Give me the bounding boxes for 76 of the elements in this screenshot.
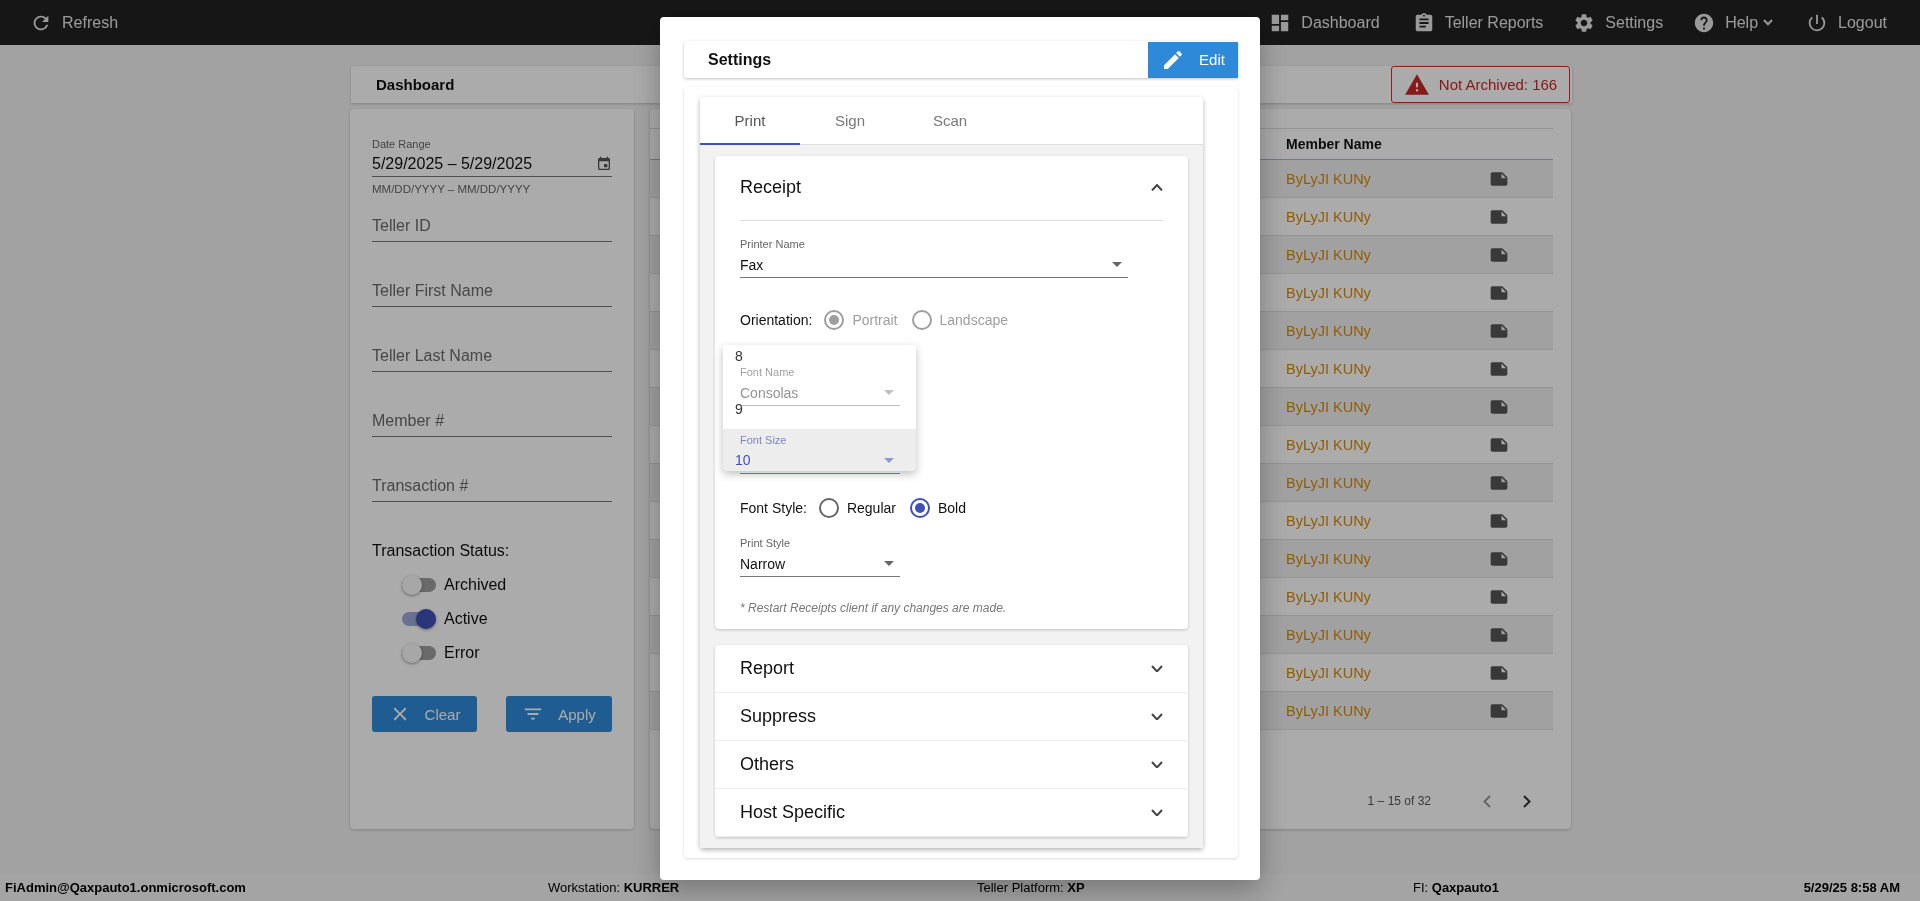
member-name-link[interactable]: ByLyJI KUNy [1286, 512, 1489, 529]
toggle-label: Active [444, 610, 488, 628]
status-item: FiAdmin@Qaxpauto1.onmicrosoft.com [5, 880, 247, 895]
status-item: Workstation: KURRER [548, 880, 681, 895]
clear-button[interactable]: Clear [372, 696, 477, 732]
date-range-field[interactable]: 5/29/2025 – 5/29/2025 [372, 152, 612, 177]
nav-link[interactable]: Settings [1573, 11, 1664, 34]
toggle-switch[interactable] [402, 646, 436, 660]
panel-header[interactable]: Receipt [715, 156, 1188, 220]
chevron-up-icon [1151, 183, 1163, 192]
page-title: Dashboard [376, 76, 455, 93]
radio-label: Regular [846, 500, 896, 516]
dialog-title: Settings [708, 50, 772, 69]
dropdown-icon [1112, 262, 1122, 267]
chevron-right-icon [1523, 794, 1531, 808]
radio-group-label: Orientation: [740, 312, 813, 328]
text-field[interactable]: Teller Last Name [372, 340, 612, 372]
text-field[interactable]: Transaction # [372, 470, 612, 502]
chevron-down-icon [1151, 712, 1163, 721]
panel-header[interactable]: Report [715, 645, 1188, 693]
refresh-link[interactable]: Refresh [30, 11, 119, 34]
dropdown-icon [884, 561, 894, 566]
menu-option[interactable]: 8 [735, 348, 743, 364]
member-name-link[interactable]: ByLyJI KUNy [1286, 588, 1489, 605]
toggle-label: Error [444, 644, 480, 662]
chevron-down-icon [1151, 664, 1163, 673]
toggle-label: Archived [444, 576, 507, 594]
restart-note: * Restart Receipts client if any changes are made. [740, 601, 1008, 615]
radio-label: Landscape [939, 312, 1008, 328]
member-name-link[interactable]: ByLyJI KUNy [1286, 436, 1489, 453]
panel-header[interactable]: Host Specific [715, 789, 1188, 837]
calendar-icon [596, 156, 612, 172]
radio-label: Portrait [852, 312, 898, 328]
tab[interactable]: Sign [800, 97, 900, 145]
radio-button[interactable] [909, 498, 930, 518]
field-label: Date Range [372, 138, 432, 151]
member-name-link[interactable]: ByLyJI KUNy [1286, 664, 1489, 681]
edit-button[interactable]: Edit [1148, 41, 1238, 78]
text-field[interactable]: Teller ID [372, 210, 612, 242]
not-archived-button[interactable]: Not Archived: 166 [1391, 66, 1570, 103]
dropdown-icon [884, 390, 894, 395]
nav-link[interactable]: Logout [1806, 11, 1887, 34]
date-format-hint: MM/DD/YYYY – MM/DD/YYYY [372, 183, 532, 195]
status-item: 5/29/25 8:58 AM [1803, 880, 1900, 895]
radio-button[interactable] [818, 498, 839, 518]
status-label: Transaction Status: [372, 542, 511, 560]
radio-group-label: Font Style: [740, 500, 807, 516]
nav-link[interactable]: Teller Reports [1412, 11, 1544, 34]
tab[interactable]: Scan [900, 97, 1000, 145]
panel-header[interactable]: Others [715, 741, 1188, 789]
toggle-switch[interactable] [402, 578, 436, 592]
panel-header[interactable]: Suppress [715, 693, 1188, 741]
apply-button[interactable]: Apply [506, 696, 612, 732]
help-icon [1693, 11, 1716, 34]
settings-icon [1573, 11, 1596, 34]
status-item: Teller Platform: XP [977, 880, 1086, 895]
radio-label: Bold [937, 500, 966, 516]
chevron-left-icon [1483, 794, 1491, 808]
menu-option[interactable]: 9 [735, 401, 743, 417]
print-style-select[interactable]: Print Style Narrow [740, 537, 900, 577]
member-name-link[interactable]: ByLyJI KUNy [1286, 360, 1489, 377]
column-header: Member Name [1286, 136, 1383, 152]
pagination-range: 1 – 15 of 32 [1367, 794, 1431, 808]
printer-select[interactable]: Printer Name Fax [740, 238, 1128, 278]
chevron-down-icon [1151, 808, 1163, 817]
nav-link[interactable]: Dashboard [1269, 11, 1380, 34]
nav-link[interactable]: Help [1693, 11, 1774, 34]
status-item: FI: Qaxpauto1 [1413, 880, 1500, 895]
toggle-switch[interactable] [402, 612, 436, 626]
menu-option[interactable]: 10 [735, 452, 751, 468]
text-field[interactable]: Teller First Name [372, 275, 612, 307]
field-label: Font Size [740, 434, 788, 447]
text-field[interactable]: Member # [372, 405, 612, 437]
member-name-link[interactable]: ByLyJI KUNy [1286, 284, 1489, 301]
member-name-link[interactable]: ByLyJI KUNy [1286, 208, 1489, 225]
chevron-down-icon [1151, 760, 1163, 769]
